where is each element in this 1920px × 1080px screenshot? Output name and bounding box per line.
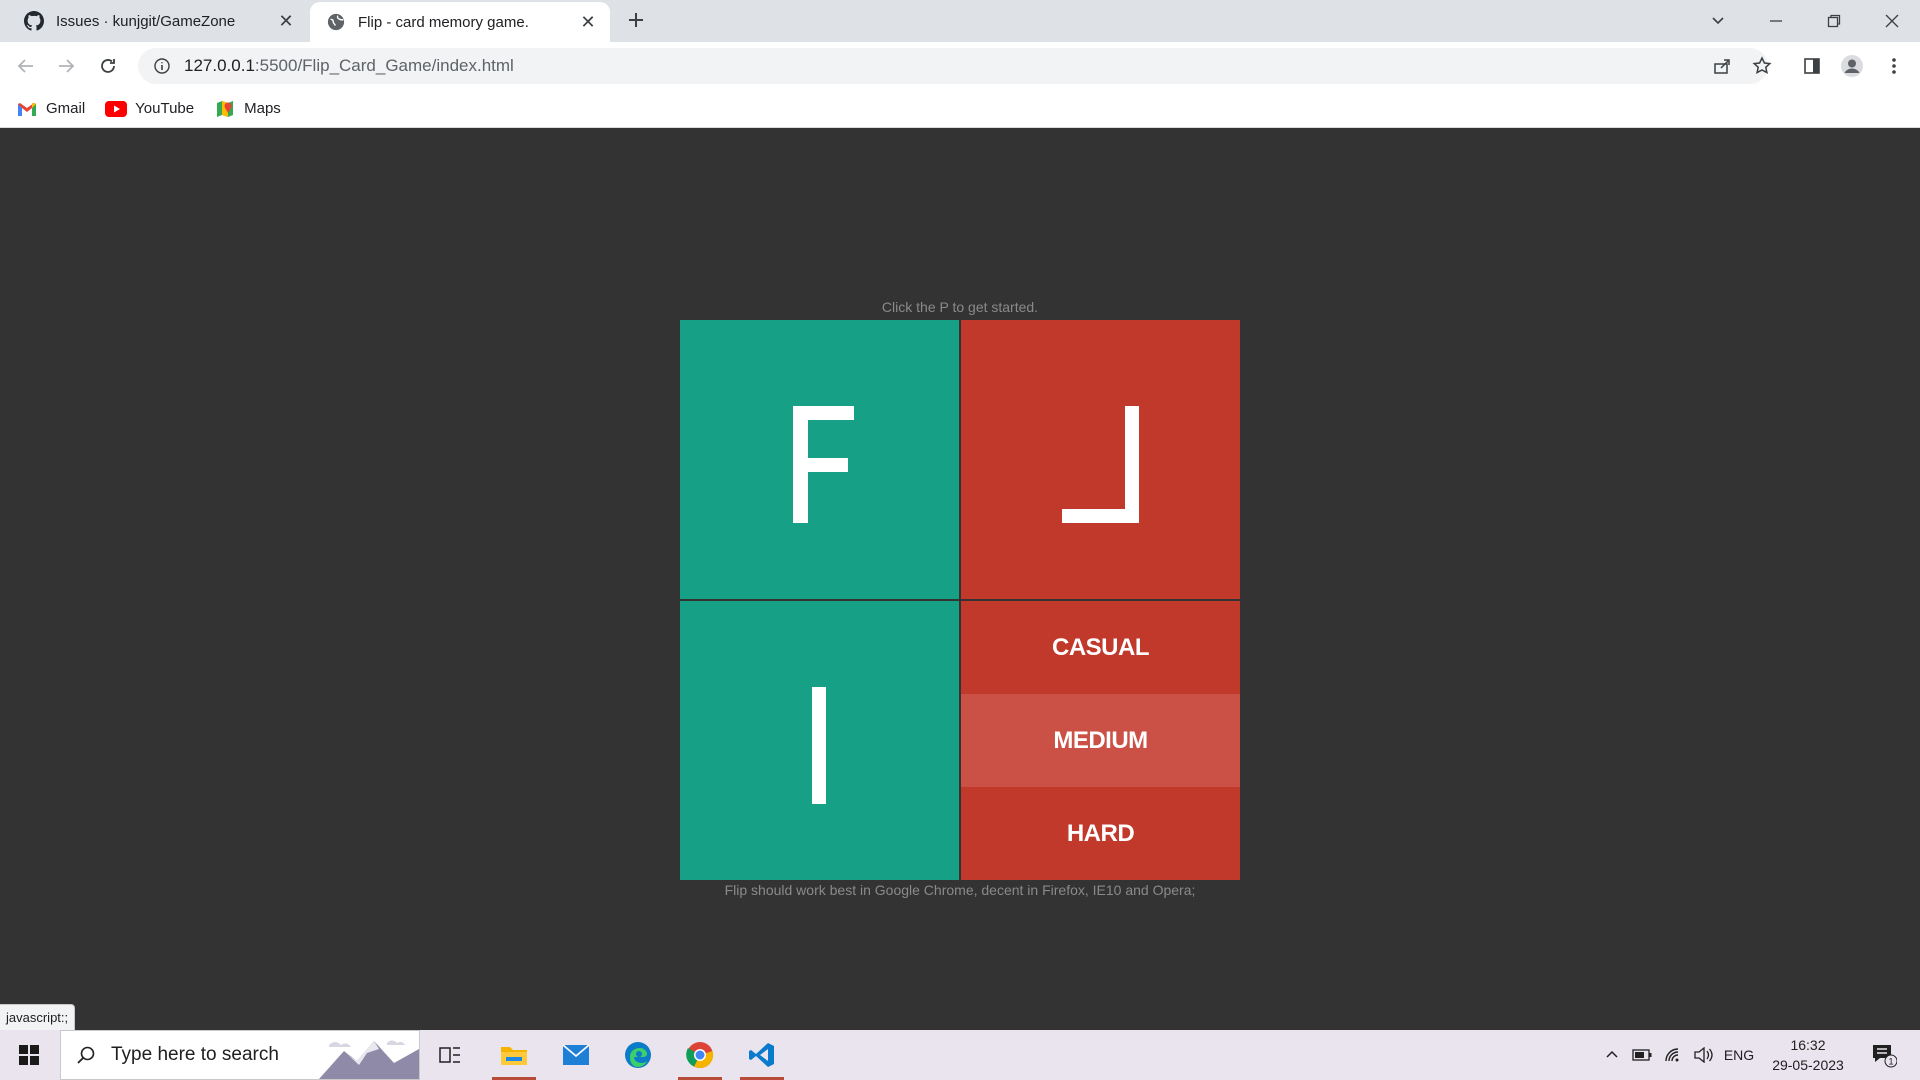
letter-i-glyph <box>812 687 826 804</box>
share-icon[interactable] <box>1706 50 1738 82</box>
globe-icon <box>326 12 346 32</box>
bookmark-label: Gmail <box>46 100 86 117</box>
game-board: CASUAL MEDIUM HARD <box>680 320 1240 880</box>
bookmark-youtube[interactable]: YouTube <box>105 100 194 118</box>
site-info-icon[interactable] <box>144 48 180 84</box>
browser-toolbar: 127.0.0.1:5500/Flip_Card_Game/index.html <box>0 42 1920 90</box>
notifications-icon[interactable]: 1 <box>1864 1030 1904 1080</box>
tab-strip: Issues · kunjgit/GameZone ✕ Flip - card … <box>0 0 1920 42</box>
tab-title: Flip - card memory game. <box>358 13 529 31</box>
tab-title: Issues · kunjgit/GameZone <box>56 12 236 30</box>
tab-issues[interactable]: Issues · kunjgit/GameZone ✕ <box>0 0 308 42</box>
new-tab-icon[interactable] <box>622 6 650 34</box>
game-page: Click the P to get started. CASUAL MEDIU… <box>0 128 1920 1030</box>
hard-button[interactable]: HARD <box>961 787 1240 880</box>
bookmark-label: Maps <box>244 100 281 117</box>
windows-start-icon[interactable] <box>0 1030 58 1080</box>
language-indicator[interactable]: ENG <box>1720 1030 1758 1080</box>
github-icon <box>24 11 44 31</box>
tile-l <box>961 320 1240 599</box>
edge-icon[interactable] <box>612 1030 664 1080</box>
side-panel-icon[interactable] <box>1796 50 1828 82</box>
battery-icon[interactable] <box>1628 1030 1656 1080</box>
mail-icon[interactable] <box>550 1030 602 1080</box>
close-window-icon[interactable] <box>1864 0 1920 42</box>
tab-flip[interactable]: Flip - card memory game. ✕ <box>310 2 610 42</box>
bookmark-label: YouTube <box>135 100 195 117</box>
wifi-icon[interactable] <box>1660 1030 1688 1080</box>
gmail-icon <box>16 100 38 118</box>
chrome-icon[interactable] <box>674 1030 726 1080</box>
volume-icon[interactable] <box>1690 1030 1718 1080</box>
bookmark-gmail[interactable]: Gmail <box>16 100 85 118</box>
bookmarks-bar: Gmail YouTube Maps <box>0 90 1920 128</box>
minimize-icon[interactable] <box>1748 0 1804 42</box>
back-icon[interactable] <box>10 50 42 82</box>
letter-l-glyph <box>1062 406 1139 523</box>
maps-icon <box>214 100 236 118</box>
taskbar-search-box[interactable]: Type here to search <box>60 1030 420 1080</box>
show-hidden-icons-chevron-icon[interactable] <box>1600 1030 1624 1080</box>
restore-icon[interactable] <box>1806 0 1862 42</box>
letter-f-glyph <box>793 406 854 523</box>
notification-count: 1 <box>1888 1057 1893 1067</box>
medium-button[interactable]: MEDIUM <box>961 694 1240 787</box>
link-status-bubble: javascript:; <box>0 1004 76 1030</box>
forward-icon[interactable] <box>50 50 82 82</box>
address-bar[interactable]: 127.0.0.1:5500/Flip_Card_Game/index.html <box>138 48 1768 84</box>
casual-button[interactable]: CASUAL <box>961 601 1240 694</box>
tile-i <box>680 601 959 880</box>
search-placeholder: Type here to search <box>111 1044 279 1065</box>
search-highlight-mountain-icon <box>319 1040 419 1079</box>
youtube-icon <box>105 100 128 118</box>
search-icon <box>61 1030 111 1080</box>
task-view-icon[interactable] <box>424 1030 476 1080</box>
tile-f <box>680 320 959 599</box>
bookmark-maps[interactable]: Maps <box>214 100 281 118</box>
url-text: 127.0.0.1:5500/Flip_Card_Game/index.html <box>184 56 514 76</box>
clock[interactable]: 16:32 29-05-2023 <box>1762 1030 1854 1080</box>
clock-time: 16:32 <box>1790 1037 1826 1053</box>
bookmark-star-icon[interactable] <box>1746 50 1778 82</box>
close-tab-icon[interactable]: ✕ <box>274 9 298 33</box>
reload-icon[interactable] <box>92 50 124 82</box>
url-path: :5500/Flip_Card_Game/index.html <box>254 56 514 75</box>
vscode-icon[interactable] <box>736 1030 788 1080</box>
difficulty-menu: CASUAL MEDIUM HARD <box>961 601 1240 880</box>
tab-search-icon[interactable] <box>1690 0 1746 42</box>
browser-support-note: Flip should work best in Google Chrome, … <box>724 882 1196 898</box>
file-explorer-icon[interactable] <box>488 1030 540 1080</box>
start-hint: Click the P to get started. <box>881 299 1039 315</box>
taskbar: Type here to search ENG 16:32 29-05-2023… <box>0 1030 1920 1080</box>
close-tab-icon[interactable]: ✕ <box>576 10 600 34</box>
clock-date: 29-05-2023 <box>1772 1057 1844 1073</box>
menu-kebab-icon[interactable] <box>1878 50 1910 82</box>
profile-avatar-icon[interactable] <box>1836 50 1868 82</box>
url-host: 127.0.0.1 <box>184 56 255 75</box>
